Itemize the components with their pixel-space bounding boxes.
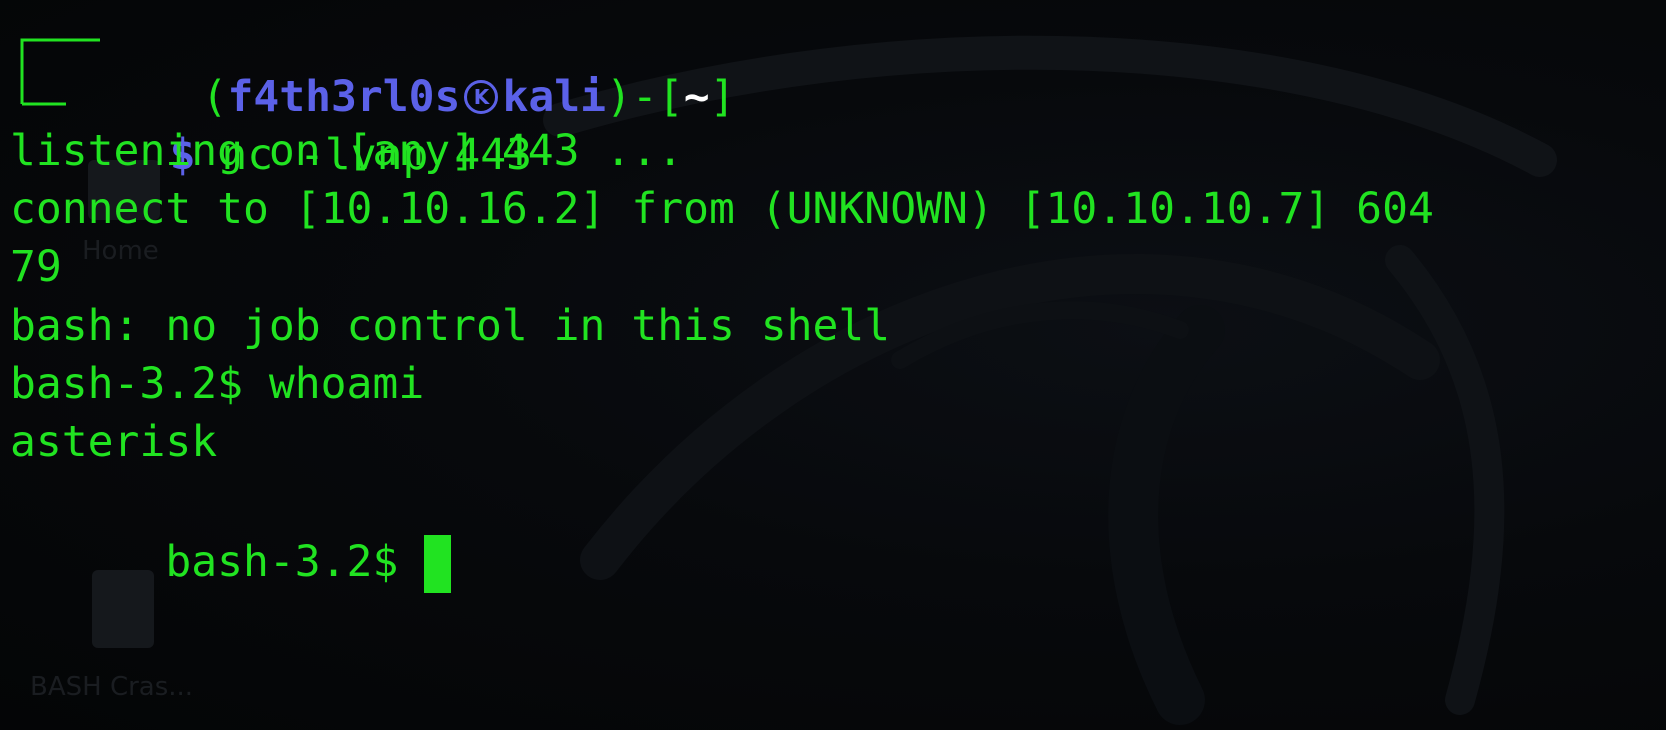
- terminal-output: listening on [any] 443 ... connect to [1…: [10, 0, 1660, 593]
- terminal-window[interactable]: Home BASH Cras... (f4th3rl0s Kkali)-[~] $…: [0, 0, 1666, 730]
- shell-prompt-line[interactable]: bash-3.2$: [10, 469, 452, 593]
- output-line: connect to [10.10.16.2] from (UNKNOWN) […: [10, 184, 1434, 234]
- output-line: 79: [10, 242, 62, 292]
- shell-prompt: bash-3.2$: [165, 537, 425, 587]
- output-line: bash-3.2$ whoami: [10, 359, 425, 409]
- output-line: bash: no job control in this shell: [10, 301, 891, 351]
- text-cursor[interactable]: [424, 535, 452, 593]
- output-line: listening on [any] 443 ...: [10, 126, 684, 176]
- desktop-file-label: BASH Cras...: [30, 672, 194, 702]
- output-line: asterisk: [10, 417, 218, 467]
